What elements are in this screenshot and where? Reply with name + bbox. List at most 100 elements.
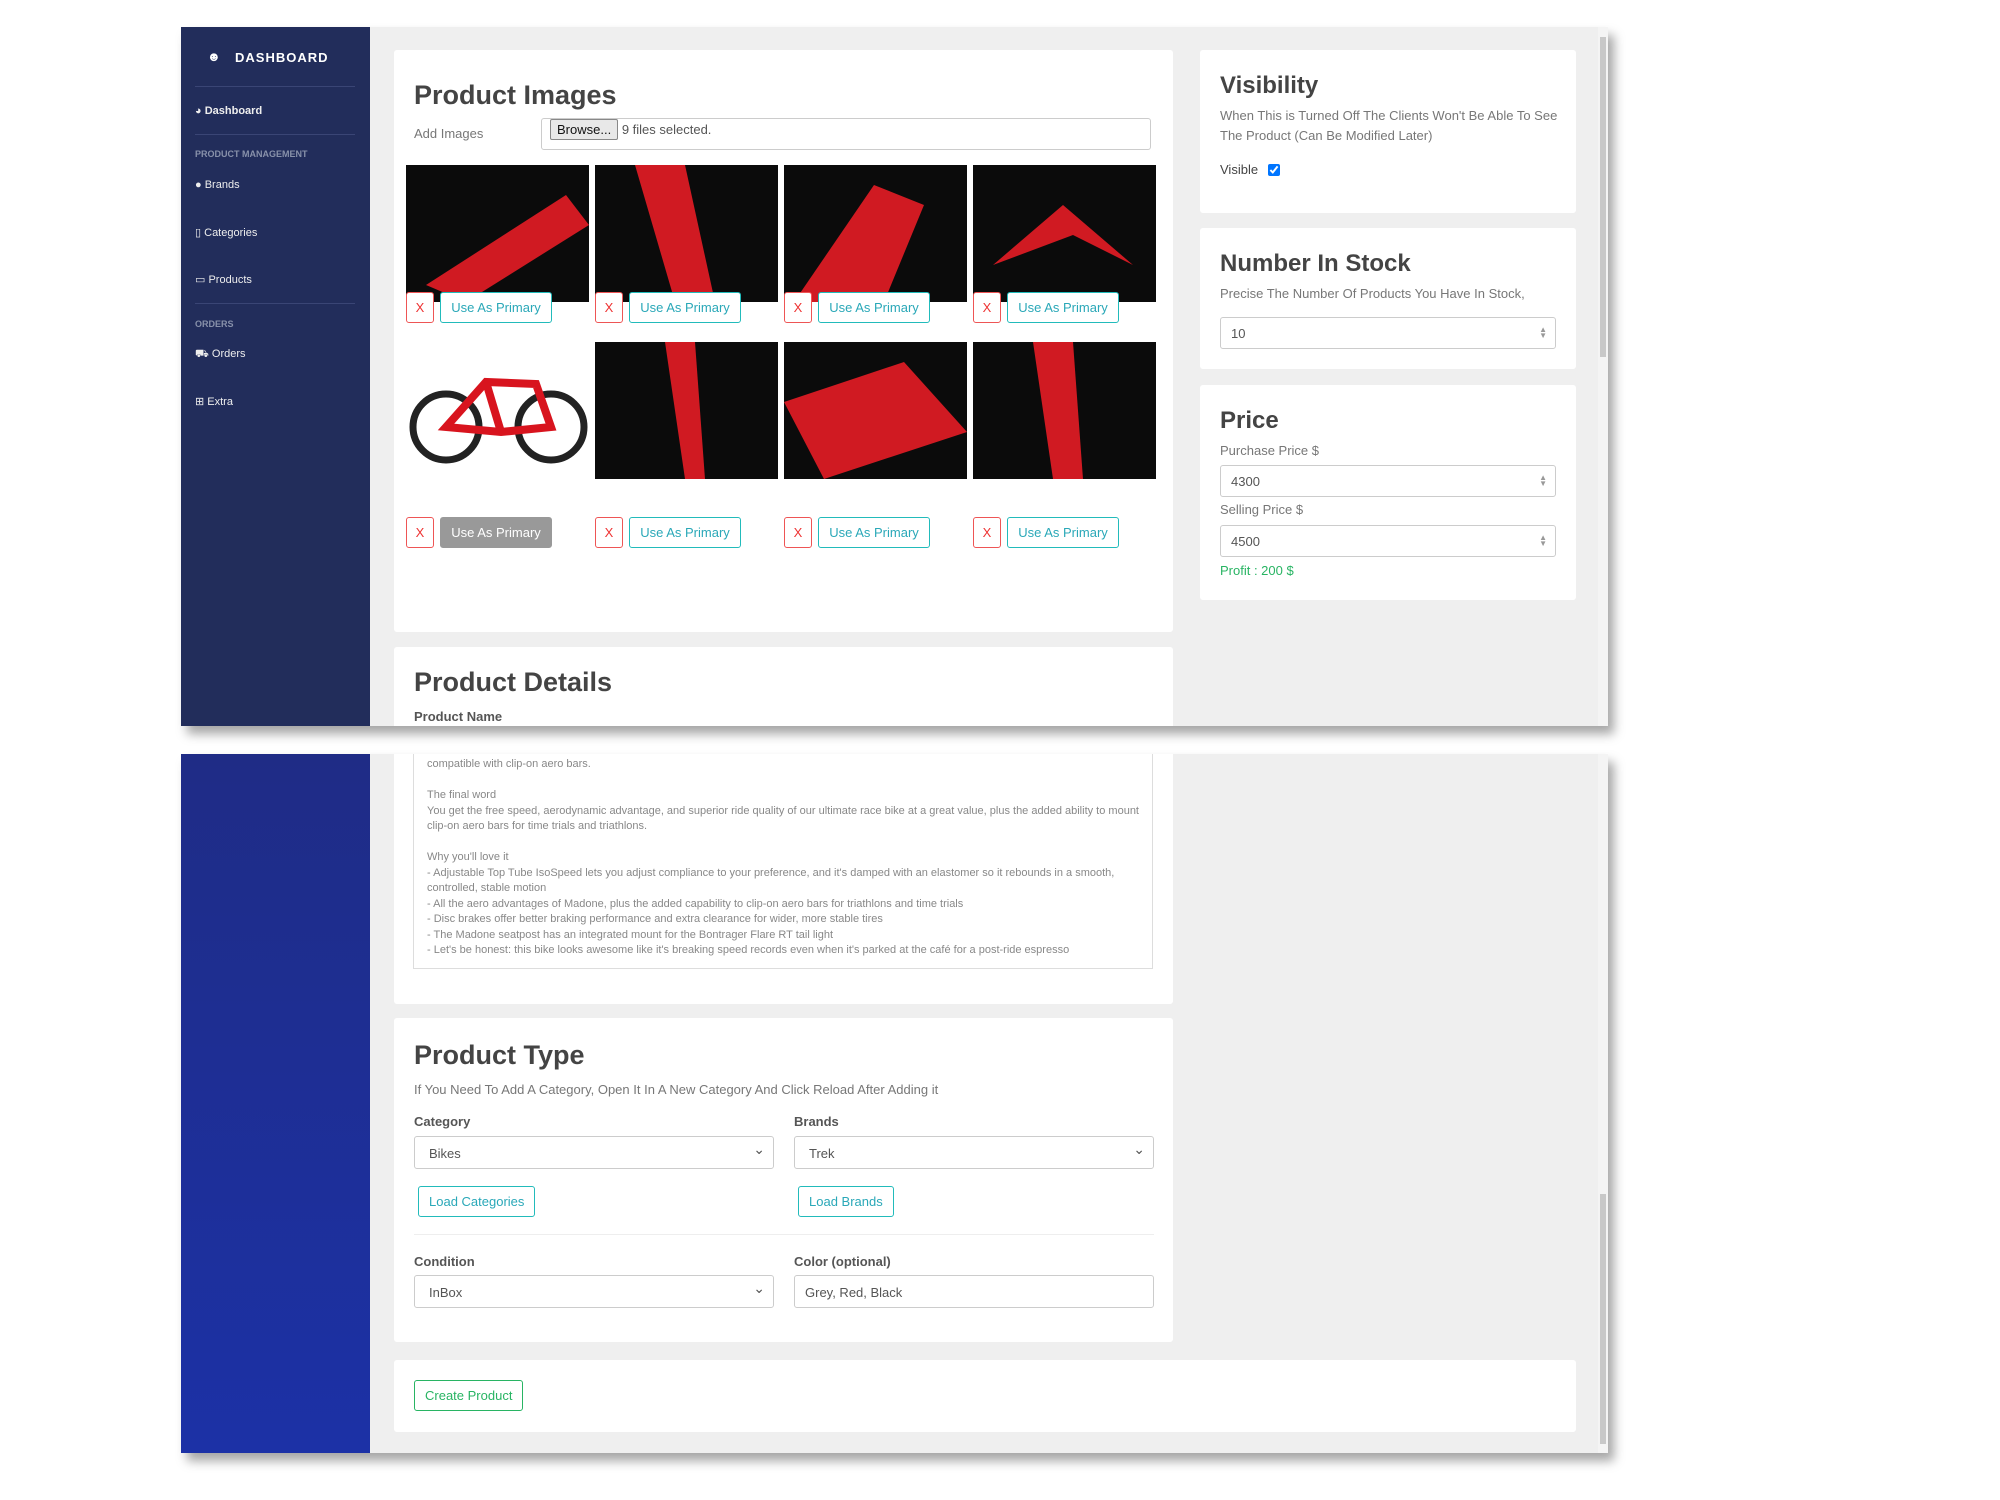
color-input[interactable]: Grey, Red, Black [794, 1275, 1154, 1308]
product-image [784, 342, 967, 479]
create-product-button[interactable]: Create Product [414, 1380, 524, 1411]
value: 4500 [1231, 534, 1260, 549]
purchase-price-input[interactable]: 4300 ▲ ▼ [1220, 465, 1556, 497]
scrollbar[interactable] [1598, 27, 1608, 726]
product-image [406, 342, 589, 479]
table-icon: ⊞ [195, 396, 205, 408]
sidebar-item-categories[interactable]: ▯ Categories [195, 226, 257, 239]
visibility-description: When This is Turned Off The Clients Won'… [1220, 108, 1558, 143]
sidebar-item-orders[interactable]: ⛟ Orders [195, 348, 246, 362]
use-as-primary-button[interactable]: Use As Primary [629, 292, 741, 323]
product-name-label: Product Name [414, 709, 503, 724]
remove-image-button[interactable]: X [973, 292, 1001, 323]
divider [195, 303, 355, 304]
spinner-icon[interactable]: ▲ ▼ [1539, 474, 1547, 488]
sidebar: ☻ DASHBOARD ◕ Dashboard PRODUCT MANAGEME… [181, 27, 370, 726]
label: Orders [211, 348, 246, 360]
logo-icon: ☻ [207, 49, 221, 64]
use-as-primary-button[interactable]: Use As Primary [818, 517, 930, 548]
scrollbar[interactable] [1598, 754, 1608, 1453]
top-screen: ☻ DASHBOARD ◕ Dashboard PRODUCT MANAGEME… [181, 27, 1608, 726]
product-image [406, 165, 589, 302]
load-brands-button[interactable]: Load Brands [798, 1186, 894, 1217]
product-image [973, 165, 1156, 302]
remove-image-button[interactable]: X [595, 292, 623, 323]
section-title: Visibility [1220, 72, 1319, 99]
laptop-icon: ▭ [195, 274, 206, 286]
category-select[interactable]: Bikes [414, 1136, 774, 1169]
spinner-icon[interactable]: ▲ ▼ [1539, 534, 1547, 548]
brands-select[interactable]: Trek [794, 1136, 1154, 1169]
stock-description: Precise The Number Of Products You Have … [1220, 286, 1525, 301]
label: Categories [204, 227, 258, 239]
value: 10 [1231, 326, 1246, 341]
product-image [973, 342, 1156, 479]
label: Extra [207, 396, 233, 408]
description-text: compatible with clip-on aero bars. The f… [427, 758, 1139, 956]
remove-image-button[interactable]: X [784, 517, 812, 548]
label: Products [208, 274, 252, 286]
scrollbar-thumb[interactable] [1600, 37, 1606, 357]
load-categories-button[interactable]: Load Categories [418, 1186, 536, 1217]
description-textarea[interactable]: compatible with clip-on aero bars. The f… [413, 754, 1153, 969]
remove-image-button[interactable]: X [595, 517, 623, 548]
section-label: PRODUCT MANAGEMENT [195, 149, 308, 159]
truck-icon: ⛟ [195, 348, 209, 360]
sidebar-item-dashboard[interactable]: ◕ Dashboard [195, 105, 262, 117]
selling-price-input[interactable]: 4500 ▲ ▼ [1220, 525, 1556, 557]
files-selected: 9 files selected. [621, 122, 712, 137]
condition-label: Condition [414, 1254, 475, 1269]
type-description: If You Need To Add A Category, Open It I… [414, 1082, 939, 1097]
bottom-screen: compatible with clip-on aero bars. The f… [181, 754, 1608, 1453]
category-label: Category [414, 1114, 471, 1129]
profit-text: Profit : 200 $ [1220, 563, 1294, 578]
clipboard-icon: ▯ [195, 227, 202, 239]
remove-image-button[interactable]: X [784, 292, 812, 323]
purchase-label: Purchase Price $ [1220, 443, 1319, 458]
sidebar [181, 754, 370, 1453]
section-title: Product Details [414, 667, 613, 697]
file-input[interactable]: Browse... 9 files selected. [541, 118, 1151, 150]
product-images-card: Product Images Add Images Browse... 9 fi… [394, 50, 1173, 632]
spinner-icon[interactable]: ▲ ▼ [1539, 326, 1547, 340]
use-as-primary-button[interactable]: Use As Primary [629, 517, 741, 548]
remove-image-button[interactable]: X [406, 292, 434, 323]
color-label: Color (optional) [794, 1254, 891, 1269]
product-image [595, 342, 778, 479]
add-images-label: Add Images [414, 126, 484, 141]
section-title: Number In Stock [1220, 250, 1411, 277]
browse-button[interactable]: Browse... [550, 119, 619, 140]
dashboard-icon: ◕ [195, 105, 202, 117]
remove-image-button[interactable]: X [406, 517, 434, 548]
remove-image-button[interactable]: X [973, 517, 1001, 548]
section-title: Product Type [414, 1040, 585, 1070]
use-as-primary-button[interactable]: Use As Primary [1007, 517, 1119, 548]
brand-title: DASHBOARD [235, 50, 329, 65]
stock-input[interactable]: 10 ▲ ▼ [1220, 317, 1556, 349]
use-as-primary-button[interactable]: Use As Primary [440, 517, 552, 548]
price-card: Price Purchase Price $ 4300 ▲ ▼ Selling Pr… [1200, 385, 1576, 600]
scrollbar-thumb[interactable] [1600, 1194, 1606, 1444]
product-image [595, 165, 778, 302]
visible-label: Visible [1220, 162, 1259, 177]
divider [414, 1234, 1154, 1235]
sidebar-item-extra[interactable]: ⊞ Extra [195, 395, 233, 408]
product-type-card: Product Type If You Need To Add A Catego… [394, 1018, 1173, 1342]
brands-label: Brands [794, 1114, 839, 1129]
value: 4300 [1231, 474, 1260, 489]
section-title: Product Images [414, 80, 617, 110]
use-as-primary-button[interactable]: Use As Primary [440, 292, 552, 323]
use-as-primary-button[interactable]: Use As Primary [1007, 292, 1119, 323]
stock-card: Number In Stock Precise The Number Of Pr… [1200, 228, 1576, 369]
description-card: compatible with clip-on aero bars. The f… [394, 754, 1173, 1004]
section-title: Price [1220, 407, 1279, 434]
visible-checkbox[interactable] [1268, 164, 1280, 176]
section-label: ORDERS [195, 319, 234, 329]
condition-select[interactable]: InBox [414, 1275, 774, 1308]
sidebar-item-products[interactable]: ▭ Products [195, 273, 252, 286]
label: Dashboard [204, 105, 263, 117]
use-as-primary-button[interactable]: Use As Primary [818, 292, 930, 323]
divider [195, 134, 355, 135]
selling-label: Selling Price $ [1220, 502, 1304, 517]
sidebar-item-brands[interactable]: ● Brands [195, 179, 240, 191]
